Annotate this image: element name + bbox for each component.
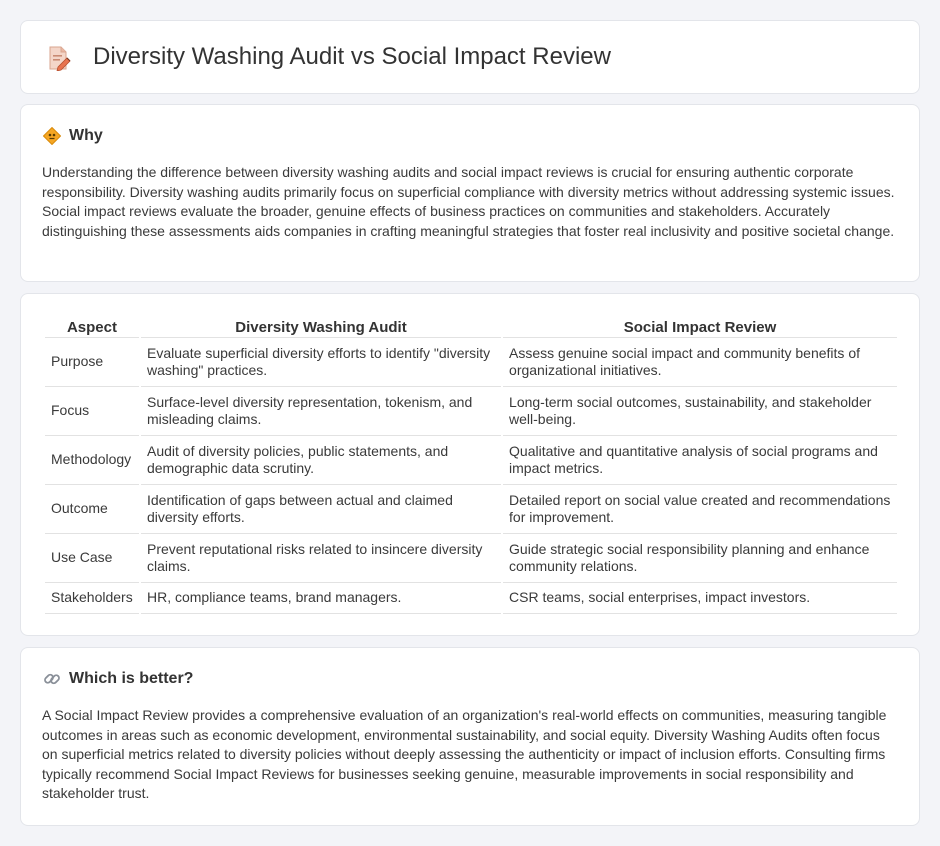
- audit-cell: Evaluate superficial diversity efforts t…: [140, 338, 502, 387]
- why-heading: Why: [69, 127, 103, 144]
- table-row: Purpose Evaluate superficial diversity e…: [45, 338, 897, 387]
- better-heading: Which is better?: [69, 670, 194, 687]
- page-title: Diversity Washing Audit vs Social Impact…: [93, 43, 611, 70]
- header-card: Diversity Washing Audit vs Social Impact…: [20, 20, 920, 94]
- table-header-row: Aspect Diversity Washing Audit Social Im…: [45, 316, 897, 338]
- why-heading-row: Why: [42, 126, 103, 146]
- document-pencil-icon: [47, 45, 71, 72]
- comparison-card: Aspect Diversity Washing Audit Social Im…: [20, 293, 920, 636]
- aspect-cell: Methodology: [45, 436, 139, 485]
- aspect-cell: Purpose: [45, 338, 139, 387]
- column-header-aspect: Aspect: [45, 316, 139, 338]
- table-row: Use Case Prevent reputational risks rela…: [45, 534, 897, 583]
- review-cell: Detailed report on social value created …: [503, 485, 897, 534]
- why-text: Understanding the difference between div…: [42, 164, 895, 239]
- aspect-cell: Stakeholders: [45, 583, 139, 614]
- aspect-cell: Use Case: [45, 534, 139, 583]
- table-row: Outcome Identification of gaps between a…: [45, 485, 897, 534]
- better-heading-row: Which is better?: [43, 670, 193, 688]
- link-icon: [43, 670, 61, 688]
- aspect-cell: Outcome: [45, 485, 139, 534]
- better-text: A Social Impact Review provides a compre…: [42, 707, 887, 802]
- audit-cell: Audit of diversity policies, public stat…: [140, 436, 502, 485]
- review-cell: Qualitative and quantitative analysis of…: [503, 436, 897, 485]
- audit-cell: HR, compliance teams, brand managers.: [140, 583, 502, 614]
- column-header-diversity-washing-audit: Diversity Washing Audit: [140, 316, 502, 338]
- why-section: Why Understanding the difference between…: [20, 104, 920, 282]
- review-cell: Guide strategic social responsibility pl…: [503, 534, 897, 583]
- audit-cell: Surface-level diversity representation, …: [140, 387, 502, 436]
- table-row: Methodology Audit of diversity policies,…: [45, 436, 897, 485]
- review-cell: Long-term social outcomes, sustainabilit…: [503, 387, 897, 436]
- warning-sign-icon: [42, 126, 62, 146]
- audit-cell: Prevent reputational risks related to in…: [140, 534, 502, 583]
- audit-cell: Identification of gaps between actual an…: [140, 485, 502, 534]
- aspect-cell: Focus: [45, 387, 139, 436]
- table-row: Stakeholders HR, compliance teams, brand…: [45, 583, 897, 614]
- review-cell: Assess genuine social impact and communi…: [503, 338, 897, 387]
- review-cell: CSR teams, social enterprises, impact in…: [503, 583, 897, 614]
- comparison-table: Aspect Diversity Washing Audit Social Im…: [43, 316, 899, 614]
- column-header-social-impact-review: Social Impact Review: [503, 316, 897, 338]
- table-row: Focus Surface-level diversity representa…: [45, 387, 897, 436]
- which-is-better-section: Which is better? A Social Impact Review …: [20, 647, 920, 826]
